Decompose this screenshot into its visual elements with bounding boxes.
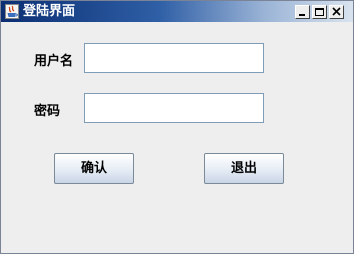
username-input[interactable]	[84, 43, 264, 73]
password-input[interactable]	[84, 93, 264, 123]
maximize-button[interactable]	[312, 5, 327, 19]
password-label: 密码	[34, 104, 61, 119]
maximize-icon	[315, 8, 324, 16]
java-coffee-icon[interactable]	[5, 4, 19, 19]
exit-button[interactable]: 退出	[204, 153, 284, 184]
confirm-button[interactable]: 确认	[54, 153, 134, 184]
title-bar[interactable]: 登陆界面	[1, 1, 353, 22]
login-window: 登陆界面 用户名 密码 确认 退出	[0, 0, 354, 254]
minimize-icon	[299, 14, 305, 16]
minimize-button[interactable]	[295, 5, 310, 19]
username-label: 用户名	[34, 54, 74, 69]
window-title: 登陆界面	[23, 4, 76, 19]
close-icon	[332, 7, 341, 16]
close-button[interactable]	[329, 5, 344, 19]
